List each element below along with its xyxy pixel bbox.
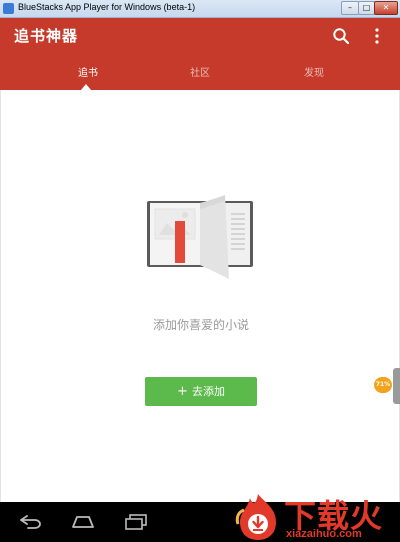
home-icon[interactable] [70, 516, 96, 528]
plus-icon: + [177, 384, 188, 399]
add-books-label: 去添加 [191, 385, 225, 398]
empty-state-message: 添加你喜爱的小说 [152, 318, 249, 332]
minimize-icon: – [348, 3, 352, 12]
open-book-illustration [147, 195, 253, 279]
app-title: 追书神器 [14, 27, 79, 45]
window-titlebar: BlueStacks App Player for Windows (beta-… [0, 0, 400, 18]
add-books-button[interactable]: + 去添加 [145, 377, 257, 406]
tab-zhuishu[interactable]: 追书 [38, 64, 138, 79]
side-drawer-handle[interactable] [393, 368, 400, 404]
watermark-domain: xiazaihuo.com [286, 528, 362, 540]
side-badge[interactable]: 71% [374, 377, 392, 393]
maximize-icon: □ [362, 3, 371, 12]
maximize-button[interactable]: □ [358, 1, 375, 15]
search-icon[interactable] [332, 27, 350, 45]
app-header: 追书神器 追书 社区 发现 [0, 18, 400, 90]
close-window-button[interactable]: ✕ [374, 1, 398, 15]
watermark: 下载火 xiazaihuo.com [234, 488, 400, 542]
flame-logo-icon [235, 494, 276, 540]
back-icon[interactable] [18, 515, 42, 529]
tab-shequ[interactable]: 社区 [150, 64, 250, 79]
bluestacks-icon [3, 3, 14, 14]
tab-faxian[interactable]: 发现 [264, 64, 364, 79]
bookshelf-content: 添加你喜爱的小说 + 去添加 [0, 90, 400, 502]
recent-apps-icon[interactable] [124, 514, 148, 530]
minimize-button[interactable]: – [341, 1, 359, 15]
more-vertical-icon[interactable] [370, 27, 384, 45]
window-title: BlueStacks App Player for Windows (beta-… [18, 2, 196, 12]
close-icon: ✕ [382, 3, 390, 12]
